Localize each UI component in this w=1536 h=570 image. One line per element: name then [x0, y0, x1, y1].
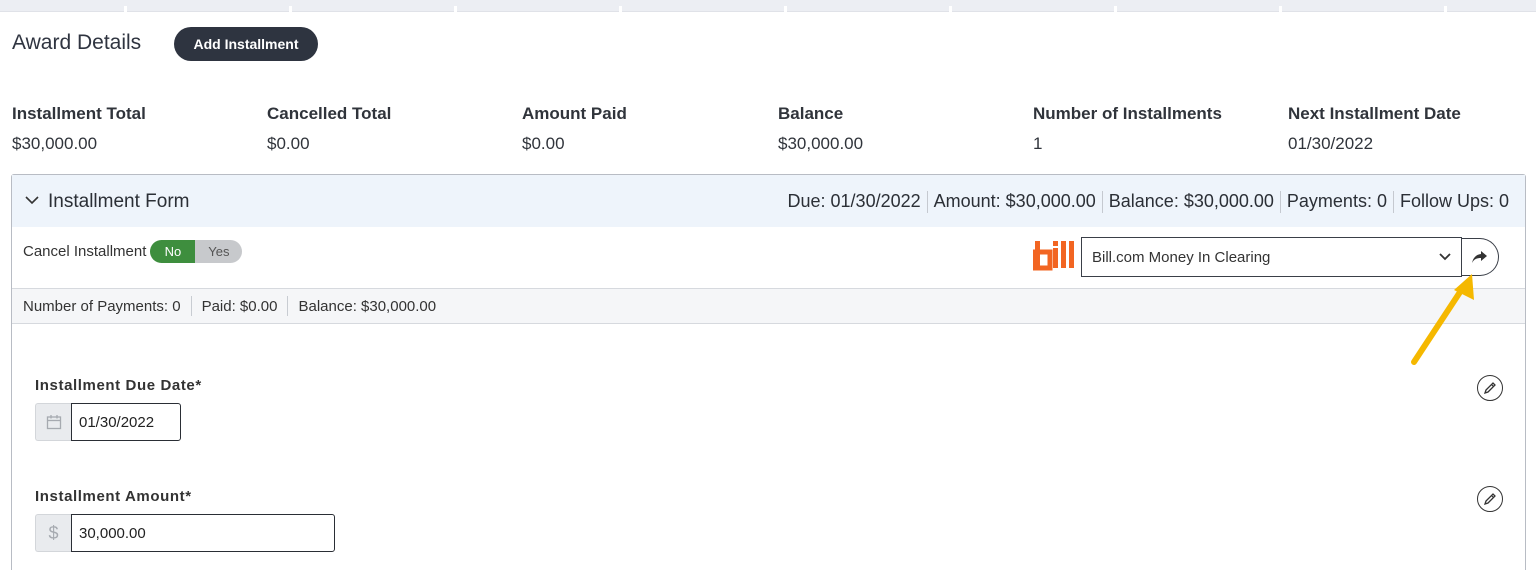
top-bar-tick — [1114, 6, 1117, 12]
bill-logo — [1033, 241, 1074, 271]
installment-header-stats: Due: 01/30/2022 Amount: $30,000.00 Balan… — [788, 191, 1509, 213]
edit-due-date-button[interactable] — [1477, 375, 1503, 401]
toggle-no-option[interactable]: No — [150, 240, 196, 263]
summary-value: $0.00 — [267, 134, 310, 153]
top-bar-tick — [1444, 6, 1447, 12]
add-installment-button[interactable]: Add Installment — [174, 27, 318, 61]
top-bar-tick — [1279, 6, 1282, 12]
summary-cancelled-total: Cancelled Total $0.00 — [267, 104, 391, 154]
installment-amount-label: Installment Amount* — [35, 488, 192, 505]
summary-value: $30,000.00 — [778, 134, 864, 153]
cancel-installment-row: Cancel Installment No Yes — [23, 240, 243, 263]
top-bar-tick — [124, 6, 127, 12]
pencil-icon — [1483, 382, 1496, 395]
cancel-installment-toggle[interactable]: No Yes — [150, 240, 243, 263]
top-bar-tick — [619, 6, 622, 12]
header-amount: Amount: $30,000.00 — [933, 191, 1096, 211]
divider — [1101, 191, 1103, 213]
due-date-group: 01/30/2022 — [35, 403, 181, 441]
summary-value: 1 — [1033, 134, 1043, 153]
installment-amount-group: $ 30,000.00 — [35, 514, 335, 552]
divider — [926, 191, 928, 213]
due-date-label: Installment Due Date* — [35, 377, 202, 394]
calendar-icon[interactable] — [35, 403, 71, 441]
payments-balance: Balance: $30,000.00 — [298, 297, 437, 315]
summary-balance: Balance $30,000.00 — [778, 104, 863, 154]
summary-label: Installment Total — [12, 104, 146, 123]
installment-amount-input[interactable]: 30,000.00 — [71, 514, 335, 552]
page-title: Award Details — [12, 31, 142, 54]
divider — [287, 296, 289, 316]
summary-label: Cancelled Total — [267, 104, 392, 123]
summary-value: 01/30/2022 — [1288, 134, 1374, 153]
payment-summary-bar: Number of Payments: 0 Paid: $0.00 Balanc… — [12, 288, 1525, 324]
chevron-down-icon[interactable] — [24, 194, 40, 206]
pencil-icon — [1483, 493, 1496, 506]
top-bar-tick — [784, 6, 787, 12]
installment-form-title: Installment Form — [48, 191, 190, 212]
summary-label: Next Installment Date — [1288, 104, 1461, 123]
chevron-down-icon — [1439, 253, 1451, 261]
top-bar — [0, 0, 1536, 12]
summary-number-of-installments: Number of Installments 1 — [1033, 104, 1222, 154]
header-follow-ups: Follow Ups: 0 — [1399, 191, 1509, 211]
top-bar-tick — [289, 6, 292, 12]
award-summary: Installment Total $30,000.00 Cancelled T… — [0, 104, 1536, 158]
cancel-installment-label: Cancel Installment — [23, 243, 147, 260]
summary-value: $30,000.00 — [12, 134, 98, 153]
divider — [1392, 191, 1394, 213]
summary-installment-total: Installment Total $30,000.00 — [12, 104, 146, 154]
summary-amount-paid: Amount Paid $0.00 — [522, 104, 627, 154]
summary-value: $0.00 — [522, 134, 565, 153]
divider — [1279, 191, 1281, 213]
account-select-value: Bill.com Money In Clearing — [1092, 248, 1271, 266]
divider — [190, 296, 192, 316]
annotation-arrow-icon — [1411, 274, 1474, 365]
due-date-input[interactable]: 01/30/2022 — [71, 403, 181, 441]
summary-label: Number of Installments — [1033, 104, 1222, 123]
top-bar-tick — [454, 6, 457, 12]
installment-form-panel: Installment Form Due: 01/30/2022 Amount:… — [11, 174, 1526, 570]
share-arrow-icon — [1472, 251, 1487, 263]
summary-next-installment-date: Next Installment Date 01/30/2022 — [1288, 104, 1461, 154]
dollar-icon: $ — [35, 514, 71, 552]
installment-form-header[interactable]: Installment Form Due: 01/30/2022 Amount:… — [12, 175, 1525, 227]
summary-label: Amount Paid — [522, 104, 627, 123]
edit-amount-button[interactable] — [1477, 486, 1503, 512]
header-due: Due: 01/30/2022 — [787, 191, 921, 211]
header-payments: Payments: 0 — [1286, 191, 1387, 211]
top-bar-tick — [949, 6, 952, 12]
header-balance: Balance: $30,000.00 — [1108, 191, 1274, 211]
toggle-yes-option[interactable]: Yes — [195, 240, 243, 263]
payments-count: Number of Payments: 0 — [23, 297, 181, 315]
payments-paid: Paid: $0.00 — [201, 297, 278, 315]
summary-label: Balance — [778, 104, 844, 123]
